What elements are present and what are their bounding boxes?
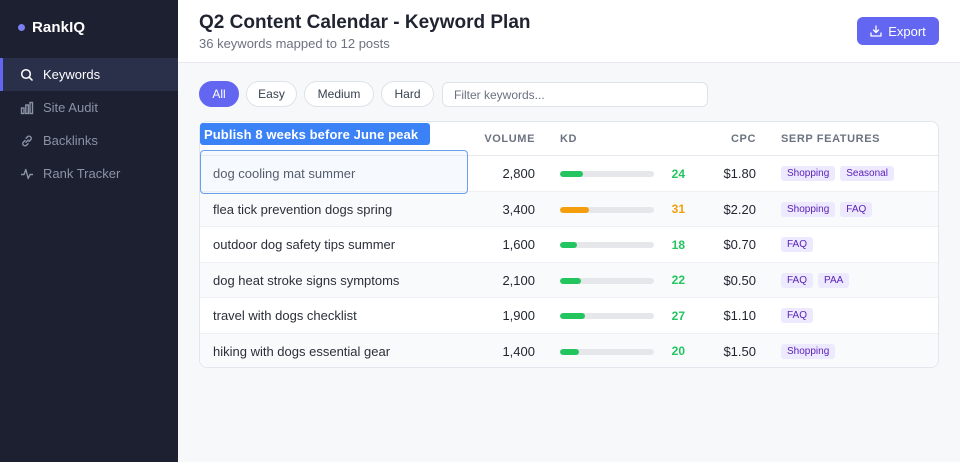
volume-cell: 1,600 [502, 237, 535, 252]
column-header-kd[interactable]: KD [560, 133, 577, 145]
cpc-cell: $1.80 [723, 166, 756, 181]
difficulty-filters: All Easy Medium Hard [199, 81, 441, 107]
cpc-cell: $0.70 [723, 237, 756, 252]
volume-cell: 3,400 [502, 201, 535, 217]
volume-cell: 1,400 [502, 343, 535, 359]
export-label: Export [888, 23, 926, 39]
link-icon [20, 134, 34, 148]
brand-name: RankIQ [32, 18, 86, 36]
brand-logo[interactable]: RankIQ [18, 17, 85, 37]
sidebar-item-backlinks[interactable]: Backlinks [0, 124, 178, 157]
cpc-cell: $1.10 [723, 308, 756, 323]
kd-bar [560, 313, 654, 319]
page-subtitle: 36 keywords mapped to 12 posts [199, 36, 390, 51]
serp-feature-badge: Seasonal [840, 166, 894, 181]
kd-bar [560, 171, 654, 177]
sidebar: RankIQ Keywords Site Audit Backlinks Ran… [0, 0, 178, 462]
serp-feature-badge: FAQ [781, 237, 814, 252]
serp-features-cell: Shopping FAQ [781, 192, 877, 227]
serp-features-cell: FAQ PAA [781, 263, 854, 298]
column-header-serp-features[interactable]: SERP FEATURES [781, 133, 880, 145]
table-row[interactable]: dog heat stroke signs symptoms 2,100 22 $0.… [200, 262, 938, 298]
volume-cell: 1,900 [502, 308, 535, 323]
filter-keywords-input[interactable] [442, 82, 708, 107]
kd-bar-fill [560, 348, 579, 355]
sidebar-item-site-audit[interactable]: Site Audit [0, 91, 178, 124]
keyword-cell[interactable]: flea tick prevention dogs spring [213, 192, 392, 227]
brand-dot-icon [18, 23, 25, 31]
table-row[interactable]: dog cooling mat summer 2,800 24 $1.80 Shoppi… [200, 156, 938, 192]
keyword-table: VOLUME KD CPC SERP FEATURES dog cooling … [199, 121, 939, 368]
kd-bar-fill [560, 313, 586, 319]
sidebar-item-label: Backlinks [43, 133, 98, 148]
page-header: Q2 Content Calendar - Keyword Plan 36 ke… [178, 0, 960, 63]
serp-feature-badge: FAQ [781, 308, 814, 323]
sidebar-item-keywords[interactable]: Keywords [0, 58, 178, 91]
serp-feature-badge: FAQ [781, 272, 814, 288]
serp-feature-badge: Shopping [781, 343, 836, 359]
table-row[interactable]: flea tick prevention dogs spring 3,400 31 $… [200, 191, 938, 227]
cpc-cell: $0.50 [723, 272, 756, 288]
serp-features-cell: FAQ [781, 298, 818, 333]
sidebar-nav: Keywords Site Audit Backlinks Rank Track… [0, 58, 178, 190]
filter-chip-medium[interactable]: Medium [304, 81, 374, 107]
kd-value: 22 [671, 273, 685, 287]
kd-value: 18 [671, 237, 685, 252]
serp-feature-badge: FAQ [840, 201, 873, 217]
serp-feature-badge: Shopping [781, 201, 836, 217]
keyword-cell[interactable]: dog heat stroke signs symptoms [213, 263, 399, 298]
keyword-cell[interactable]: hiking with dogs essential gear [213, 334, 390, 368]
serp-features-cell: Shopping Seasonal [781, 156, 899, 191]
kd-bar [560, 277, 654, 284]
table-row[interactable]: outdoor dog safety tips summer 1,600 18 $0.… [200, 227, 938, 263]
search-icon [20, 68, 34, 82]
cpc-cell: $2.20 [723, 201, 756, 217]
keyword-cell[interactable]: travel with dogs checklist [213, 298, 357, 333]
activity-icon [20, 167, 34, 181]
serp-feature-badge: PAA [818, 272, 850, 288]
kd-value: 31 [671, 202, 685, 216]
kd-value: 20 [671, 344, 685, 358]
serp-features-cell: Shopping [781, 334, 840, 368]
volume-cell: 2,800 [502, 166, 535, 181]
sidebar-item-label: Rank Tracker [43, 166, 121, 181]
column-header-volume[interactable]: VOLUME [484, 133, 535, 145]
column-header-cpc[interactable]: CPC [731, 133, 756, 145]
kd-bar-fill [560, 242, 577, 248]
kd-bar [560, 206, 654, 213]
keyword-cell[interactable]: outdoor dog safety tips summer [213, 227, 395, 262]
bar-chart-icon [20, 101, 34, 115]
sidebar-item-rank-tracker[interactable]: Rank Tracker [0, 157, 178, 190]
keyword-cell[interactable]: dog cooling mat summer [213, 156, 355, 191]
callout-label: Publish 8 weeks before June peak [200, 123, 431, 145]
filter-chip-easy[interactable]: Easy [246, 81, 297, 107]
kd-value: 24 [671, 166, 685, 181]
page-title: Q2 Content Calendar - Keyword Plan [199, 12, 531, 33]
filter-chip-all[interactable]: All [199, 81, 239, 107]
table-row[interactable]: travel with dogs checklist 1,900 27 $1.10 FA… [200, 298, 938, 334]
kd-bar [560, 242, 654, 248]
export-button[interactable]: Export [857, 17, 939, 45]
kd-bar-fill [560, 277, 581, 284]
serp-features-cell: FAQ [781, 227, 818, 262]
filter-chip-hard[interactable]: Hard [381, 81, 434, 107]
kd-bar [560, 348, 654, 355]
kd-bar-fill [560, 171, 583, 177]
table-row[interactable]: hiking with dogs essential gear 1,400 20 $1… [200, 333, 938, 368]
kd-value: 27 [671, 308, 685, 323]
kd-bar-fill [560, 206, 590, 213]
download-icon [870, 25, 882, 37]
sidebar-item-label: Keywords [43, 67, 101, 82]
serp-feature-badge: Shopping [781, 166, 836, 181]
sidebar-item-label: Site Audit [43, 100, 98, 115]
volume-cell: 2,100 [502, 272, 535, 288]
cpc-cell: $1.50 [723, 343, 756, 359]
